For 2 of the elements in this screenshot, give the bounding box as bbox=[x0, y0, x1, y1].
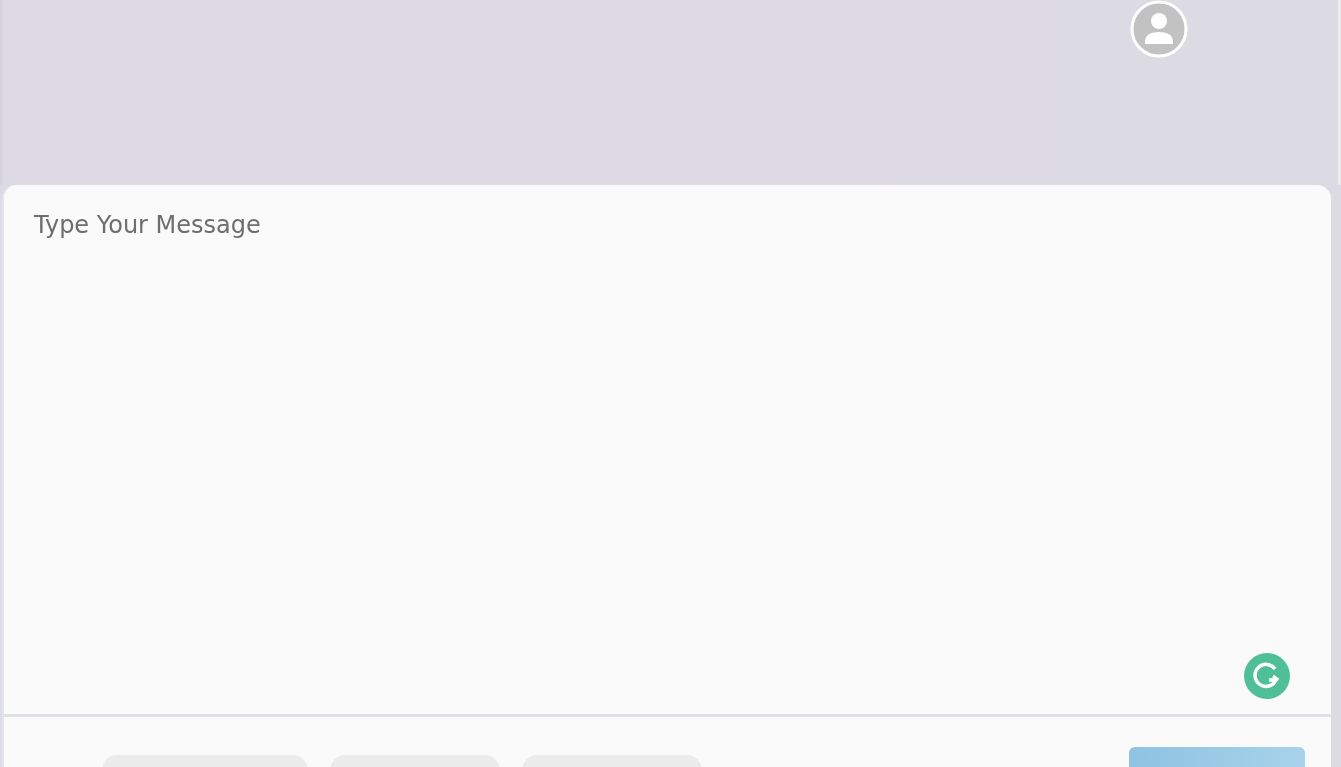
message-field[interactable]: Type Your Message bbox=[2, 185, 1331, 717]
avatar-icon[interactable] bbox=[1130, 0, 1188, 58]
